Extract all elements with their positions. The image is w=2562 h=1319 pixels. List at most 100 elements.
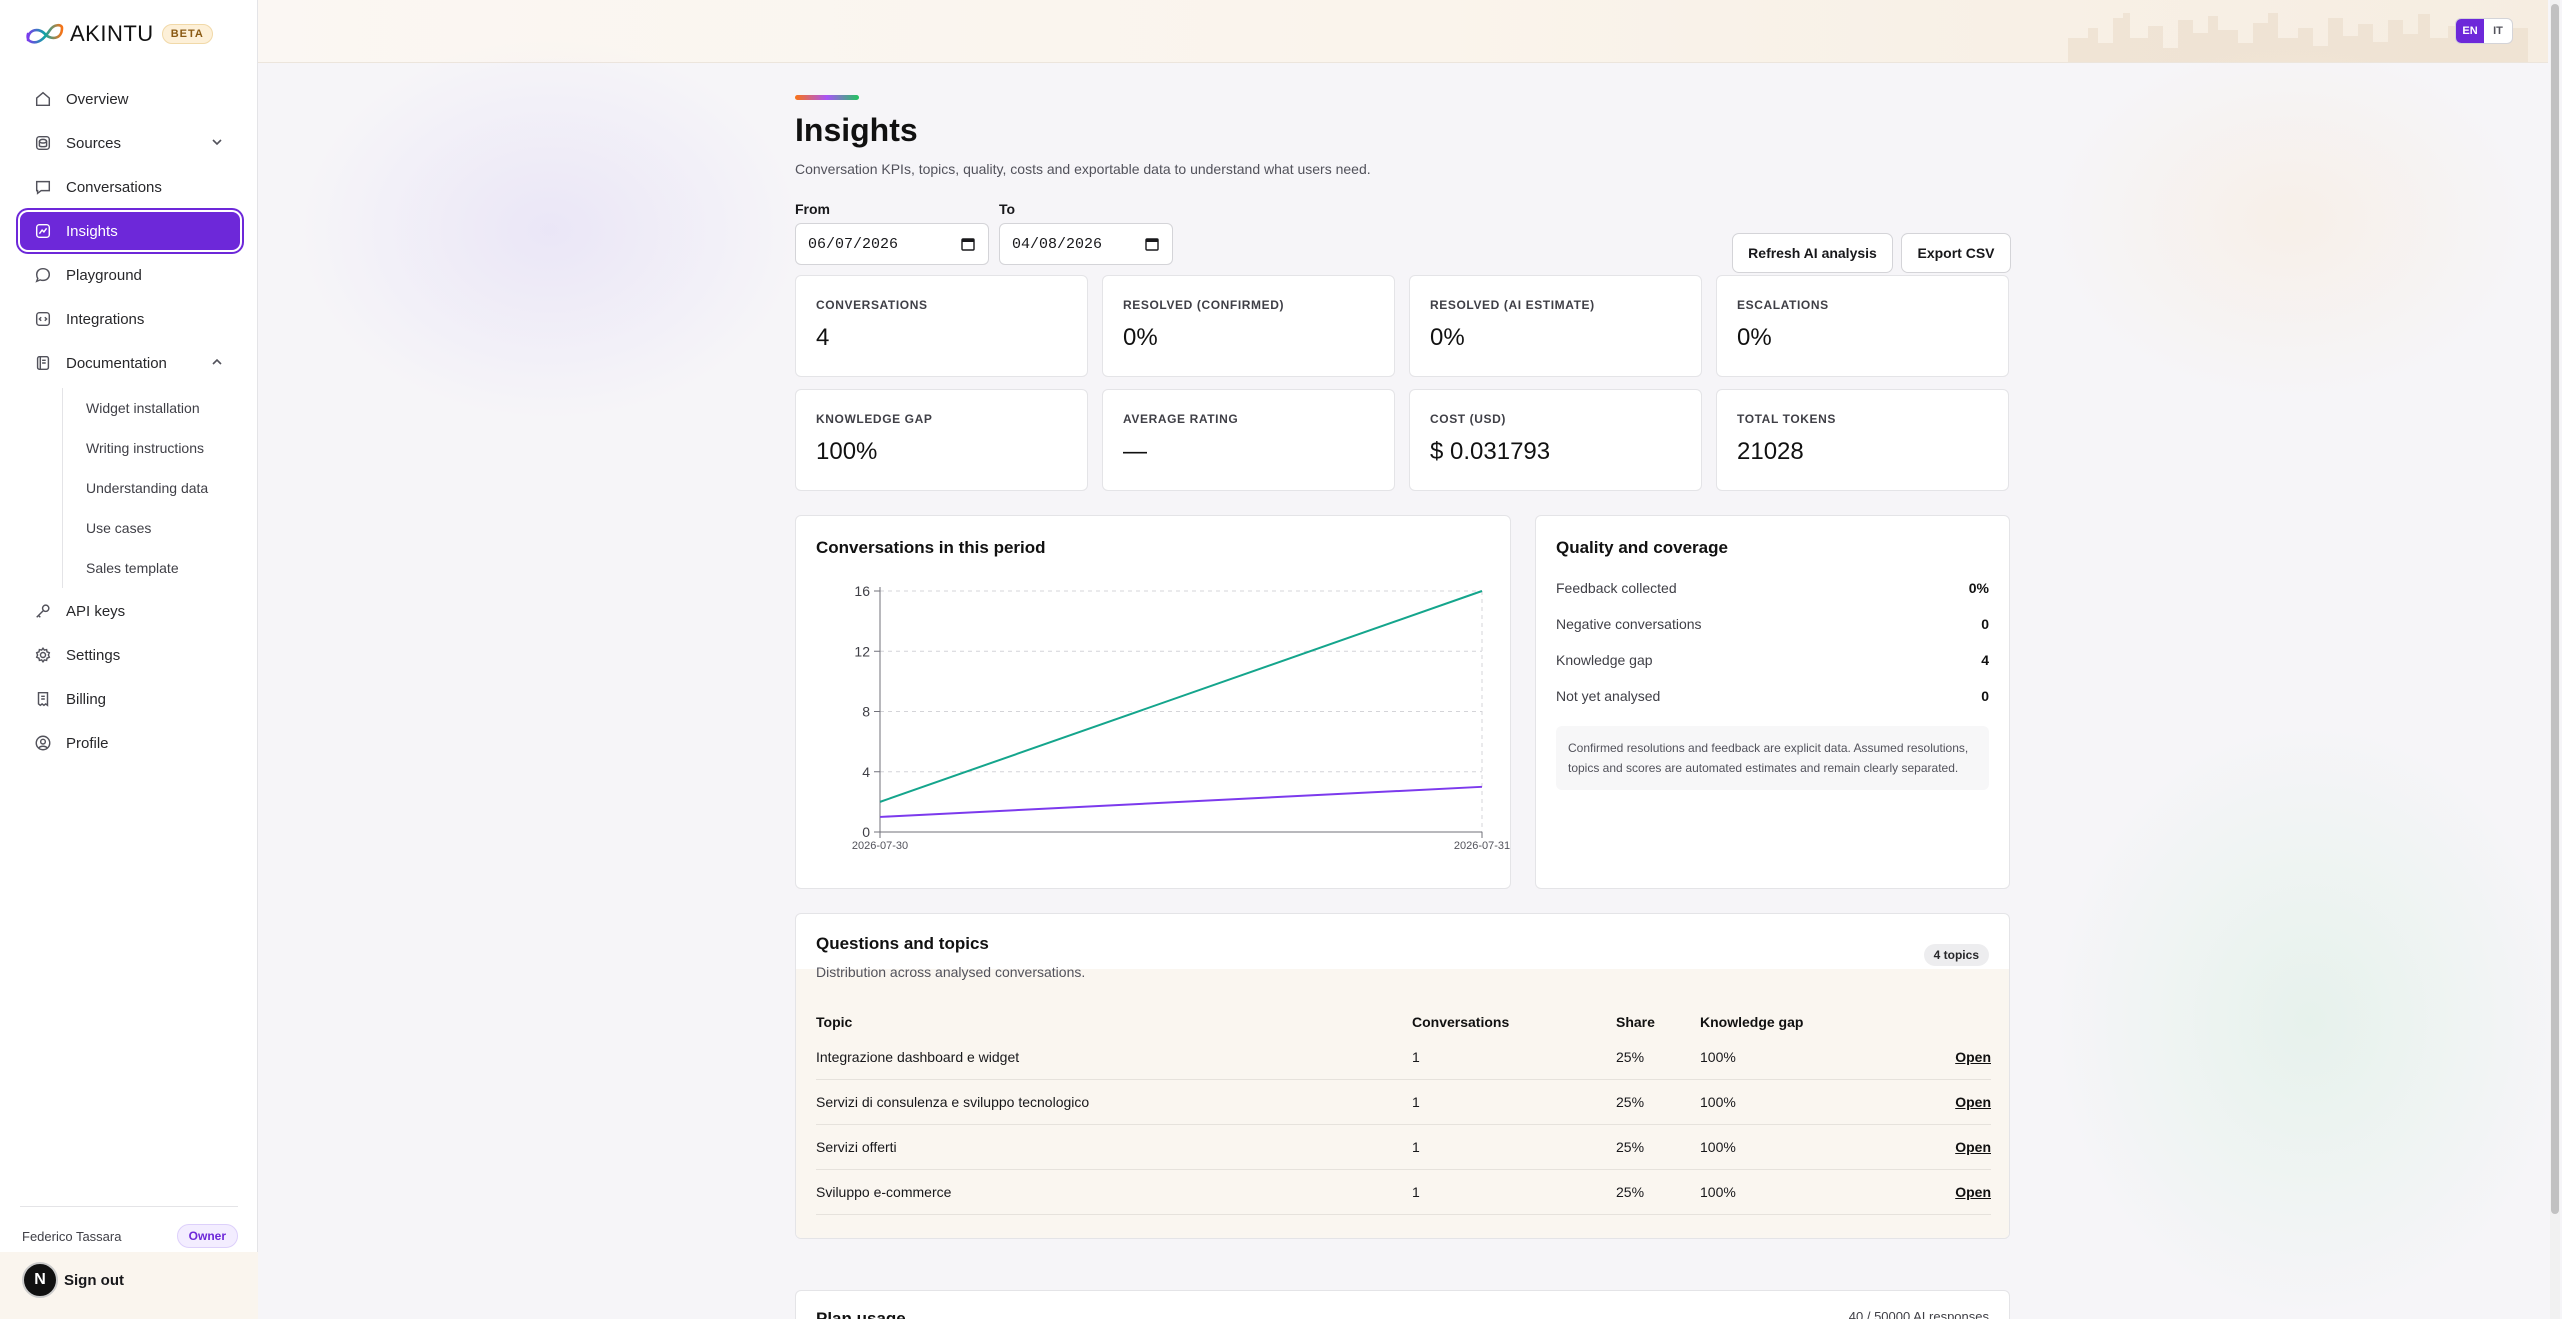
refresh-ai-analysis-button[interactable]: Refresh AI analysis bbox=[1732, 233, 1893, 273]
to-date-input[interactable]: 04/08/2026 bbox=[999, 223, 1173, 265]
topic-cell: Sviluppo e-commerce bbox=[816, 1184, 952, 1200]
quality-label: Feedback collected bbox=[1556, 580, 1677, 596]
sidebar-item-conversations[interactable]: Conversations bbox=[20, 168, 240, 206]
sidebar-item-label: Integrations bbox=[66, 310, 145, 328]
sidebar-item-insights[interactable]: Insights bbox=[20, 212, 240, 250]
background-glow bbox=[300, 40, 800, 420]
quality-label: Not yet analysed bbox=[1556, 688, 1661, 704]
sidebar-item-profile[interactable]: Profile bbox=[20, 724, 240, 762]
plan-usage-value: 40 / 50000 AI responses bbox=[1848, 1309, 1989, 1319]
sidebar-item-label: Documentation bbox=[66, 354, 167, 372]
sidebar-item-settings[interactable]: Settings bbox=[20, 636, 240, 674]
logo-icon bbox=[26, 23, 64, 44]
to-date-value: 04/08/2026 bbox=[1012, 235, 1103, 253]
open-topic-link[interactable]: Open bbox=[1955, 1139, 1991, 1155]
sidebar-item-label: Settings bbox=[66, 646, 121, 664]
sidebar-item-api-keys[interactable]: API keys bbox=[20, 592, 240, 630]
quality-row: Knowledge gap 4 bbox=[1556, 652, 1989, 668]
kpi-label: RESOLVED (CONFIRMED) bbox=[1123, 298, 1285, 312]
quality-value: 0% bbox=[1968, 580, 1989, 596]
topics-subtitle: Distribution across analysed conversatio… bbox=[816, 964, 1086, 980]
doc-item-writing-instructions[interactable]: Writing instructions bbox=[63, 428, 240, 468]
lang-en-button[interactable]: EN bbox=[2456, 19, 2484, 43]
doc-item-use-cases[interactable]: Use cases bbox=[63, 508, 240, 548]
export-csv-button[interactable]: Export CSV bbox=[1901, 233, 2011, 273]
code-icon bbox=[34, 310, 52, 328]
gap-cell: 100% bbox=[1700, 1184, 1736, 1200]
topic-cell: Servizi offerti bbox=[816, 1139, 897, 1155]
doc-item-widget-installation[interactable]: Widget installation bbox=[63, 388, 240, 428]
conversations-line-chart: 0 4 8 12 16 2026-07-30 2026-07-31 bbox=[852, 583, 1510, 852]
calendar-icon[interactable] bbox=[960, 236, 976, 252]
kpi-card: ESCALATIONS 0% bbox=[1716, 275, 2009, 377]
home-icon bbox=[34, 90, 52, 108]
kpi-label: RESOLVED (AI ESTIMATE) bbox=[1430, 298, 1595, 312]
from-filter: From 06/07/2026 bbox=[795, 201, 989, 265]
plan-usage-card: Plan usage 40 / 50000 AI responses bbox=[795, 1290, 2010, 1319]
topics-count-badge: 4 topics bbox=[1923, 944, 1989, 966]
conversations-cell: 1 bbox=[1412, 1049, 1420, 1065]
sidebar-nav: Overview Sources Conversations Insights … bbox=[20, 80, 240, 768]
y-tick-label: 0 bbox=[862, 824, 870, 840]
doc-item-understanding-data[interactable]: Understanding data bbox=[63, 468, 240, 508]
title-accent-bar bbox=[795, 95, 859, 100]
column-header-topic: Topic bbox=[816, 1014, 853, 1030]
kpi-card: COST (USD) $ 0.031793 bbox=[1409, 389, 1702, 491]
chevron-down-icon[interactable] bbox=[210, 135, 224, 149]
kpi-value: $ 0.031793 bbox=[1430, 438, 1551, 465]
kpi-value: 100% bbox=[816, 438, 878, 465]
sidebar-item-integrations[interactable]: Integrations bbox=[20, 300, 240, 338]
quality-value: 4 bbox=[1981, 652, 1989, 668]
kpi-card: KNOWLEDGE GAP 100% bbox=[795, 389, 1088, 491]
sidebar-item-billing[interactable]: Billing bbox=[20, 680, 240, 718]
column-header-conversations: Conversations bbox=[1412, 1014, 1510, 1030]
kpi-label: AVERAGE RATING bbox=[1123, 412, 1239, 426]
sign-out-button[interactable]: N Sign out bbox=[22, 1262, 124, 1298]
share-cell: 25% bbox=[1616, 1139, 1645, 1155]
series-line bbox=[879, 785, 1483, 818]
avatar: N bbox=[22, 1262, 58, 1298]
sidebar-item-sources[interactable]: Sources bbox=[20, 124, 240, 162]
open-topic-link[interactable]: Open bbox=[1955, 1094, 1991, 1110]
open-topic-link[interactable]: Open bbox=[1955, 1049, 1991, 1065]
series-line bbox=[879, 590, 1483, 803]
x-tick-label: 2026-07-31 bbox=[1454, 840, 1510, 852]
kpi-label: CONVERSATIONS bbox=[816, 298, 928, 312]
conversations-chart-card: Conversations in this period 0 4 8 12 16 2026… bbox=[795, 515, 1511, 889]
open-topic-link[interactable]: Open bbox=[1955, 1184, 1991, 1200]
background-glow bbox=[2050, 720, 2562, 1319]
receipt-icon bbox=[34, 690, 52, 708]
from-date-input[interactable]: 06/07/2026 bbox=[795, 223, 989, 265]
sidebar-item-documentation[interactable]: Documentation bbox=[20, 344, 240, 382]
kpi-label: KNOWLEDGE GAP bbox=[816, 412, 933, 426]
kpi-value: 0% bbox=[1123, 324, 1158, 351]
calendar-icon[interactable] bbox=[1144, 236, 1160, 252]
plan-title: Plan usage bbox=[816, 1309, 906, 1319]
book-icon bbox=[34, 354, 52, 372]
scrollbar-thumb[interactable] bbox=[2551, 4, 2559, 1214]
user-icon bbox=[34, 734, 52, 752]
table-row: Integrazione dashboard e widget 1 25% 10… bbox=[816, 1035, 1991, 1080]
sidebar-item-label: Conversations bbox=[66, 178, 162, 196]
user-name: Federico Tassara bbox=[22, 1228, 122, 1244]
main-content: Insights Conversation KPIs, topics, qual… bbox=[795, 95, 2011, 1239]
sidebar-item-label: Billing bbox=[66, 690, 107, 708]
table-row: Servizi di consulenza e sviluppo tecnolo… bbox=[816, 1080, 1991, 1125]
gear-icon bbox=[34, 646, 52, 664]
brand[interactable]: AKINTU BETA bbox=[24, 20, 213, 48]
quality-row: Feedback collected 0% bbox=[1556, 580, 1989, 596]
kpi-value: 0% bbox=[1737, 324, 1772, 351]
chat-icon bbox=[34, 178, 52, 196]
lang-it-button[interactable]: IT bbox=[2484, 19, 2512, 43]
topics-card: Questions and topics Distribution across… bbox=[795, 913, 2010, 1239]
sidebar-item-playground[interactable]: Playground bbox=[20, 256, 240, 294]
kpi-card: AVERAGE RATING — bbox=[1102, 389, 1395, 491]
topic-cell: Servizi di consulenza e sviluppo tecnolo… bbox=[816, 1094, 1090, 1110]
chevron-up-icon[interactable] bbox=[210, 355, 224, 369]
quality-row: Negative conversations 0 bbox=[1556, 616, 1989, 632]
sidebar-item-overview[interactable]: Overview bbox=[20, 80, 240, 118]
share-cell: 25% bbox=[1616, 1049, 1645, 1065]
database-icon bbox=[34, 134, 52, 152]
doc-item-sales-template[interactable]: Sales template bbox=[63, 548, 240, 588]
kpi-value: 0% bbox=[1430, 324, 1465, 351]
